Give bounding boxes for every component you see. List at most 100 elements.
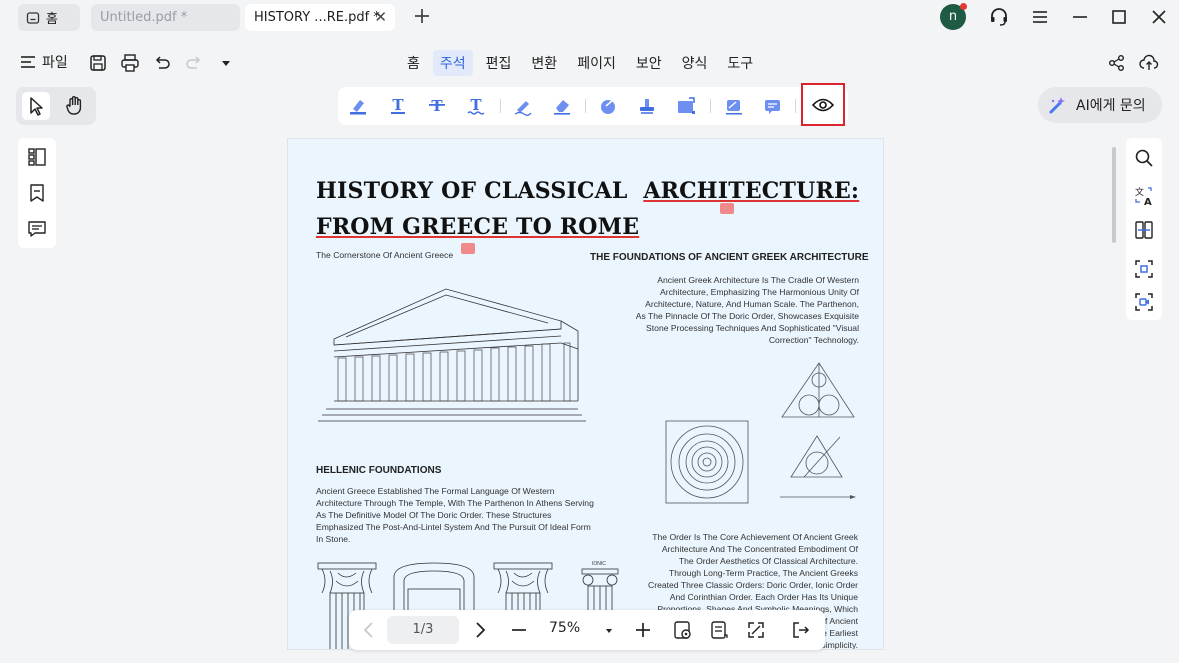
body-line: Architecture And The Concentrated Embodi…	[661, 544, 858, 554]
comment-marker-icon[interactable]	[720, 203, 734, 214]
strikethrough-text-icon[interactable]: T	[427, 96, 447, 116]
highlight-icon[interactable]	[348, 96, 368, 116]
menu-tab-annotate[interactable]: 주석	[432, 50, 473, 76]
zoom-in-icon[interactable]	[633, 620, 653, 640]
annotation-toolbar: T T T	[338, 87, 848, 125]
comment-marker-icon[interactable]	[461, 243, 475, 254]
home-icon	[26, 11, 40, 24]
menu-tab-edit[interactable]: 편집	[479, 50, 519, 76]
bookmark-icon[interactable]	[27, 183, 47, 203]
save-icon[interactable]	[88, 53, 108, 73]
ocr-scan-icon[interactable]	[1134, 259, 1154, 279]
svg-text:T: T	[431, 97, 443, 115]
redo-icon[interactable]	[184, 53, 204, 73]
menu-tab-tools[interactable]: 도구	[720, 50, 760, 76]
eye-icon	[811, 98, 835, 112]
share-icon[interactable]	[1107, 53, 1127, 73]
parthenon-illustration	[318, 288, 586, 422]
cloud-upload-icon[interactable]	[1139, 53, 1159, 73]
hamburger-menu-icon[interactable]	[1029, 6, 1051, 28]
hand-tool-button[interactable]	[61, 92, 89, 120]
section-body-foundations: Ancient Greek Architecture Is The Cradle…	[618, 274, 859, 346]
fit-page-icon[interactable]	[746, 620, 766, 640]
svg-text:A: A	[1144, 197, 1152, 206]
tab-home[interactable]: 홈	[18, 4, 80, 31]
image-caption: The Cornerstone Of Ancient Greece	[316, 250, 454, 260]
body-line: In Stone.	[316, 534, 351, 544]
pdf-page[interactable]: HISTORY OF CLASSICAL ARCHITECTURE: FROM …	[287, 138, 884, 650]
body-line: Through Long-Term Practice, The Ancient …	[669, 568, 858, 578]
undo-icon[interactable]	[152, 53, 172, 73]
toolbar-separator	[710, 99, 711, 113]
screen-record-icon[interactable]	[1134, 292, 1154, 312]
zoom-dropdown-icon[interactable]	[599, 620, 619, 640]
previous-page-icon[interactable]	[359, 620, 379, 640]
shape-icon[interactable]	[598, 96, 618, 116]
toolbar-separator	[585, 99, 586, 113]
cursor-arrow-icon	[30, 97, 43, 116]
vertical-scrollbar[interactable]	[1112, 147, 1116, 243]
page-layout-icon[interactable]	[709, 620, 729, 640]
body-line: The Order Aesthetics Of Classical Archit…	[678, 556, 858, 566]
menu-tab-convert[interactable]: 변환	[524, 50, 564, 76]
eraser-icon[interactable]	[552, 96, 572, 116]
avatar[interactable]: n	[940, 3, 967, 30]
headset-icon[interactable]	[988, 6, 1010, 28]
body-line: Created Three Classic Orders: Doric Orde…	[648, 580, 858, 590]
tab-home-label: 홈	[46, 12, 58, 27]
title-part-1: HISTORY OF CLASSICAL	[316, 178, 628, 204]
comment-list-icon[interactable]	[763, 96, 783, 116]
quick-access-dropdown-icon[interactable]	[216, 53, 236, 73]
signature-icon[interactable]	[724, 96, 744, 116]
show-hide-annotations-button[interactable]	[801, 83, 845, 126]
title-bar: 홈 Untitled.pdf * HISTORY ...RE.pdf * ✕ n	[0, 0, 1179, 36]
minimize-icon[interactable]	[1069, 6, 1091, 28]
ask-ai-button[interactable]: AI에게 문의	[1038, 87, 1162, 123]
search-icon[interactable]	[1134, 148, 1154, 168]
main-menu-tabs: 홈 주석 편집 변환 페이지 보안 양식 도구	[400, 50, 760, 76]
section-heading-foundations: THE FOUNDATIONS OF ANCIENT GREEK ARCHITE…	[590, 252, 869, 263]
menu-tab-security[interactable]: 보안	[629, 50, 669, 76]
ask-ai-label: AI에게 문의	[1076, 98, 1146, 114]
toolbar-separator	[795, 99, 796, 113]
read-mode-icon[interactable]	[673, 620, 693, 640]
compare-icon[interactable]	[1134, 220, 1154, 240]
body-line: Ancient Greek Architecture Is The Cradle…	[657, 275, 859, 285]
svg-text:T: T	[470, 96, 482, 114]
underline-text-icon[interactable]: T	[388, 96, 408, 116]
avatar-letter: n	[948, 9, 958, 24]
left-side-panel	[18, 138, 56, 248]
body-line: Architecture Through The Temple, With Th…	[316, 498, 594, 508]
print-icon[interactable]	[120, 53, 140, 73]
comments-panel-icon[interactable]	[27, 219, 47, 239]
close-window-icon[interactable]	[1148, 6, 1170, 28]
textbox-icon[interactable]	[676, 96, 696, 116]
menu-tab-page[interactable]: 페이지	[570, 50, 623, 76]
next-page-icon[interactable]	[470, 620, 490, 640]
menu-tab-form[interactable]: 양식	[675, 50, 715, 76]
tab-untitled-label: Untitled.pdf *	[100, 10, 188, 25]
zoom-level[interactable]: 75%	[549, 620, 580, 636]
page-number-input[interactable]: 1/3	[387, 616, 459, 644]
squiggly-text-icon[interactable]: T	[466, 96, 486, 116]
tab-untitled[interactable]: Untitled.pdf *	[91, 4, 240, 31]
maximize-icon[interactable]	[1108, 6, 1130, 28]
file-menu-button[interactable]: 파일	[20, 52, 68, 72]
new-tab-plus-icon[interactable]	[414, 5, 430, 30]
list-menu-icon	[21, 56, 35, 68]
menu-tab-home[interactable]: 홈	[400, 50, 427, 76]
exit-fullscreen-icon[interactable]	[791, 620, 811, 640]
section-heading-hellenic: HELLENIC FOUNDATIONS	[316, 465, 442, 476]
zoom-out-icon[interactable]	[509, 620, 529, 640]
translate-icon[interactable]: 文A	[1134, 186, 1154, 206]
menu-row: 파일 홈 주석 편집 변환 페이지 보안 양식 도구	[0, 46, 1179, 80]
close-tab-icon[interactable]: ✕	[374, 8, 387, 26]
pen-icon[interactable]	[513, 96, 533, 116]
body-line: Stone Processing Techniques And Sophisti…	[646, 323, 859, 333]
stamp-icon[interactable]	[637, 96, 657, 116]
tab-history-pdf[interactable]: HISTORY ...RE.pdf * ✕	[245, 4, 395, 31]
title-line-2: FROM GREECE TO ROME	[316, 214, 640, 240]
thumbnails-icon[interactable]	[27, 147, 47, 167]
body-line: Ancient Greece Established The Formal La…	[316, 486, 555, 496]
select-tool-button[interactable]	[22, 92, 50, 120]
